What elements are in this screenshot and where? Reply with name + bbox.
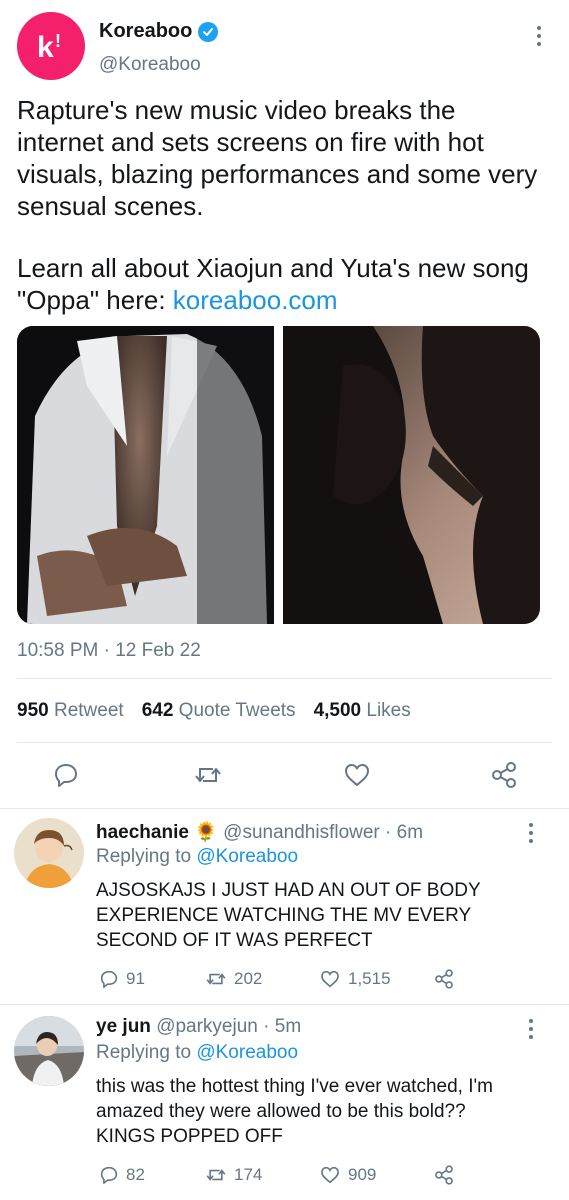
replying-to-label: Replying to <box>96 1042 192 1063</box>
replying-to-line: Replying to @Koreaboo <box>96 846 298 868</box>
author-handle[interactable]: @Koreaboo <box>99 54 201 76</box>
tweet-timestamp[interactable]: 10:58 PM · 12 Feb 22 <box>17 640 201 662</box>
reply-retweet-button[interactable]: 174 <box>204 1164 262 1186</box>
tweet-link[interactable]: koreaboo.com <box>173 285 338 315</box>
tweet-paragraph-2: Learn all about Xiaojun and Yuta's new s… <box>17 252 547 316</box>
reply-icon[interactable] <box>51 760 81 790</box>
reply-author-name[interactable]: haechanie <box>96 822 189 843</box>
reply-more-options-icon[interactable] <box>528 823 534 843</box>
tweet-text: Rapture's new music video breaks the int… <box>17 94 547 316</box>
divider <box>17 678 552 679</box>
like-icon <box>321 1166 339 1184</box>
reply-text: AJSOSKAJS I JUST HAD AN OUT OF BODY EXPE… <box>96 880 481 951</box>
retweet-count: 174 <box>234 1165 263 1184</box>
tweet-actions <box>0 760 569 792</box>
divider <box>0 808 569 809</box>
share-icon <box>435 1165 453 1185</box>
reply-count: 82 <box>126 1165 145 1184</box>
reply-header: ye jun @parkyejun · 5m <box>96 1016 301 1038</box>
tweet-image-1[interactable] <box>17 326 274 624</box>
svg-text:k: k <box>37 31 54 64</box>
divider <box>17 742 552 743</box>
retweet-icon <box>206 973 226 985</box>
reply-time[interactable]: · 6m <box>385 822 423 843</box>
koreaboo-logo-icon: k ! <box>37 31 61 64</box>
reply-author-handle[interactable]: @parkyejun <box>156 1016 258 1037</box>
sunflower-emoji-icon: 🌻 <box>194 822 218 843</box>
like-icon[interactable] <box>342 760 372 790</box>
reply-icon <box>100 970 118 988</box>
replying-to-handle[interactable]: @Koreaboo <box>196 846 298 867</box>
tweet-stats: 950 Retweet 642 Quote Tweets 4,500 Likes <box>17 700 411 722</box>
likes-count: 4,500 <box>313 700 362 721</box>
reply-more-options-icon[interactable] <box>528 1019 534 1039</box>
reply-reply-button[interactable]: 91 <box>98 968 145 990</box>
reply-like-button[interactable]: 1,515 <box>318 968 391 990</box>
reply-share-button[interactable] <box>432 1164 456 1186</box>
tweet-paragraph-1: Rapture's new music video breaks the int… <box>17 95 538 221</box>
reply-share-button[interactable] <box>432 968 456 990</box>
more-options-icon[interactable] <box>536 26 542 46</box>
reply-reply-button[interactable]: 82 <box>98 1164 145 1186</box>
retweets-label: Retweet <box>53 700 124 721</box>
reply-author-name[interactable]: ye jun <box>96 1016 151 1037</box>
share-icon[interactable] <box>489 760 519 790</box>
replying-to-label: Replying to <box>96 846 192 867</box>
retweet-icon[interactable] <box>193 760 223 790</box>
verified-badge-icon <box>198 21 219 42</box>
retweet-icon <box>206 1169 226 1181</box>
author-name[interactable]: Koreaboo <box>99 20 192 43</box>
replying-to-line: Replying to @Koreaboo <box>96 1042 298 1064</box>
reply-header: haechanie 🌻 @sunandhisflower · 6m <box>96 820 423 844</box>
quotes-count: 642 <box>141 700 174 721</box>
like-count: 909 <box>348 1165 377 1184</box>
likes-label: Likes <box>366 700 411 721</box>
retweet-count: 202 <box>234 969 263 988</box>
reply-retweet-button[interactable]: 202 <box>204 968 262 990</box>
likes-stat[interactable]: 4,500 Likes <box>314 700 411 722</box>
svg-text:!: ! <box>55 31 61 51</box>
reply-count: 91 <box>126 969 145 988</box>
quotes-label: Quote Tweets <box>178 700 296 721</box>
koreaboo-avatar[interactable]: k ! <box>17 12 85 80</box>
like-count: 1,515 <box>348 969 391 988</box>
reply-icon <box>100 1166 118 1184</box>
reply-actions: 82 174 909 <box>0 1162 569 1192</box>
replying-to-handle[interactable]: @Koreaboo <box>196 1042 298 1063</box>
retweets-count: 950 <box>17 700 49 721</box>
like-icon <box>321 970 339 988</box>
reply-time[interactable]: · 5m <box>263 1016 301 1037</box>
tweet-image-2[interactable] <box>283 326 540 624</box>
retweets-stat[interactable]: 950 Retweet <box>17 700 124 722</box>
reply-avatar[interactable] <box>14 1016 84 1086</box>
author-name-row[interactable]: Koreaboo <box>99 20 219 43</box>
reply-text: this was the hottest thing I've ever wat… <box>96 1076 493 1147</box>
quotes-stat[interactable]: 642 Quote Tweets <box>142 700 296 722</box>
reply-like-button[interactable]: 909 <box>318 1164 376 1186</box>
share-icon <box>435 969 453 989</box>
reply-author-handle[interactable]: @sunandhisflower <box>223 822 380 843</box>
reply-avatar[interactable] <box>14 818 84 888</box>
divider <box>0 1004 569 1005</box>
reply-actions: 91 202 1,515 <box>0 966 569 996</box>
